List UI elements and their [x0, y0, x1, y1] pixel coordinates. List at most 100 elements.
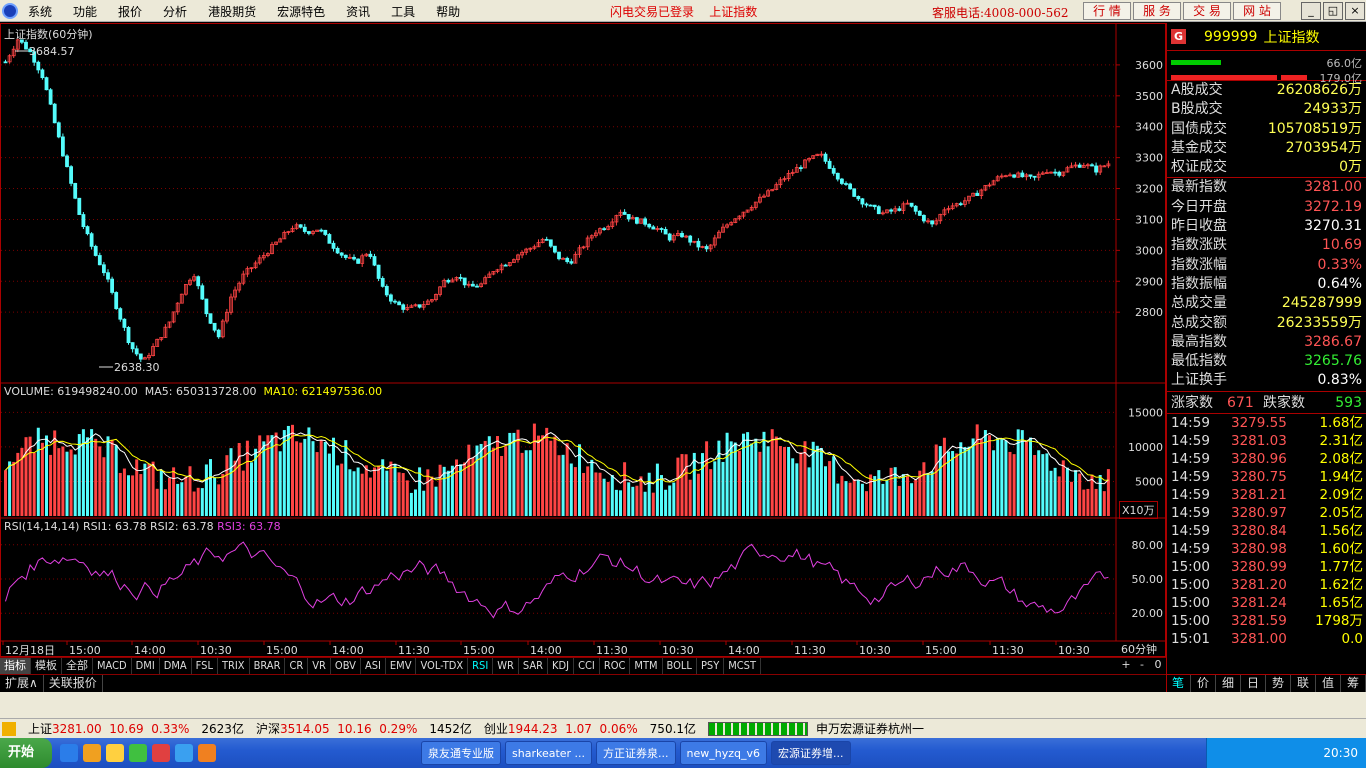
detail-tab-3[interactable]: 日: [1241, 675, 1266, 692]
trade-button[interactable]: 交 易: [1183, 2, 1231, 20]
price-tick-label: 3400: [1135, 121, 1163, 134]
menu-news[interactable]: 资讯: [346, 3, 370, 20]
hs-ticker[interactable]: 沪深3514.05 10.16 0.29%: [256, 720, 417, 737]
indicator-tab-mcst[interactable]: MCST: [724, 658, 762, 674]
taskbar-window-4[interactable]: new_hyzq_v6: [679, 741, 768, 765]
stat-value: 2703954万: [1285, 139, 1362, 156]
volume-bar: [512, 432, 516, 516]
indicator-tab-rsi[interactable]: RSI: [468, 658, 494, 674]
indicator-tab-cci[interactable]: CCI: [574, 658, 600, 674]
volume-bar: [975, 424, 979, 516]
indicator-tab-mtm[interactable]: MTM: [630, 658, 663, 674]
menu-quote[interactable]: 报价: [118, 3, 142, 20]
menu-hongyuan[interactable]: 宏源特色: [277, 3, 325, 20]
restore-button[interactable]: ◱: [1323, 2, 1343, 20]
volume-bar: [385, 470, 389, 516]
chart-panel[interactable]: 3600 3500 3400 3300 3200 3100 3000 2900 2800 1500…: [0, 23, 1167, 658]
rsi-tick-label: 20.00: [1132, 607, 1164, 620]
detail-tab-4[interactable]: 势: [1266, 675, 1291, 692]
taskbar-window-5[interactable]: 宏源证券增...: [771, 741, 851, 765]
indicator-tab-cr[interactable]: CR: [285, 658, 309, 674]
indicator-tab-sar[interactable]: SAR: [519, 658, 549, 674]
market-button[interactable]: 行 情: [1083, 2, 1131, 20]
stat-row: 昨日收盘 3270.31: [1167, 217, 1366, 236]
indicator-tab-[interactable]: 全部: [62, 658, 93, 674]
indicator-tab-[interactable]: 模板: [31, 658, 62, 674]
clock[interactable]: 20:30: [1323, 746, 1358, 760]
indicator-tab-asi[interactable]: ASI: [361, 658, 386, 674]
sh-ticker[interactable]: 上证3281.00 10.69 0.33%: [28, 720, 189, 737]
start-button[interactable]: 开始: [0, 738, 52, 768]
stat-label: A股成交: [1171, 82, 1223, 98]
indicator-tab-vr[interactable]: VR: [308, 658, 331, 674]
explorer-icon[interactable]: [83, 744, 101, 762]
stat-row: 最低指数 3265.76: [1167, 352, 1366, 371]
volume-bar: [139, 474, 143, 516]
close-button[interactable]: ×: [1345, 2, 1365, 20]
indicator-tab-kdj[interactable]: KDJ: [548, 658, 575, 674]
minimize-button[interactable]: _: [1301, 2, 1321, 20]
zoom-out-button[interactable]: -: [1134, 657, 1150, 673]
website-button[interactable]: 网 站: [1233, 2, 1281, 20]
menu-analysis[interactable]: 分析: [163, 3, 187, 20]
candle-body: [138, 353, 143, 360]
indicator-tab-fsl[interactable]: FSL: [192, 658, 218, 674]
indicator-tab-macd[interactable]: MACD: [93, 658, 132, 674]
volume-bar: [688, 479, 692, 516]
price-tick-label: 3000: [1135, 244, 1163, 257]
detail-tab-7[interactable]: 筹: [1341, 675, 1366, 692]
period-label[interactable]: 60分钟: [1121, 641, 1157, 657]
stat-row: 总成交量 245287999: [1167, 294, 1366, 313]
indicator-tab-wr[interactable]: WR: [493, 658, 519, 674]
taskbar-window-2[interactable]: sharkeater ...: [505, 741, 593, 765]
browser-icon[interactable]: [129, 744, 147, 762]
menu-tools[interactable]: 工具: [391, 3, 415, 20]
volume-bar: [323, 441, 327, 516]
menu-function[interactable]: 功能: [73, 3, 97, 20]
detail-tab-0[interactable]: 笔: [1166, 675, 1191, 692]
candle-body: [417, 304, 422, 308]
zoom-reset-button[interactable]: 0: [1150, 657, 1166, 673]
indicator-tab-brar[interactable]: BRAR: [250, 658, 286, 674]
detail-tab-2[interactable]: 细: [1216, 675, 1241, 692]
detail-tab-5[interactable]: 联: [1291, 675, 1316, 692]
stat-label: 最新指数: [1171, 179, 1227, 196]
expand-tab[interactable]: 扩展∧: [0, 675, 44, 692]
volume-bar: [725, 432, 729, 516]
related-quote-tab[interactable]: 关联报价: [44, 675, 103, 692]
cy-ticker[interactable]: 创业1944.23 1.07 0.06%: [484, 720, 638, 737]
indicator-tab-[interactable]: 指标: [0, 658, 31, 674]
app-icon[interactable]: [152, 744, 170, 762]
indicator-tab-roc[interactable]: ROC: [600, 658, 631, 674]
indicator-tab-obv[interactable]: OBV: [331, 658, 361, 674]
media-icon[interactable]: [175, 744, 193, 762]
chrome-icon[interactable]: [198, 744, 216, 762]
taskbar-window-1[interactable]: 泉友通专业版: [421, 741, 501, 765]
detail-tab-1[interactable]: 价: [1191, 675, 1216, 692]
ie-icon[interactable]: [60, 744, 78, 762]
volume-bar: [491, 447, 495, 516]
quote-panel: G 999999 上证指数 66.0亿 179.0亿 A股成交 26208626万…: [1166, 23, 1366, 692]
menu-help[interactable]: 帮助: [436, 3, 460, 20]
volume-bar: [1098, 474, 1102, 516]
indicator-tab-voltdx[interactable]: VOL-TDX: [416, 658, 469, 674]
app-logo-icon[interactable]: [2, 3, 18, 19]
indicator-tab-psy[interactable]: PSY: [697, 658, 725, 674]
volume-bar: [471, 457, 475, 516]
service-phone: 客服电话:4008-000-562: [932, 6, 1069, 20]
volume-bar: [869, 474, 873, 516]
volume-bar: [98, 446, 102, 516]
indicator-tab-emv[interactable]: EMV: [386, 658, 417, 674]
detail-tab-6[interactable]: 值: [1316, 675, 1341, 692]
indicator-tab-boll[interactable]: BOLL: [663, 658, 697, 674]
zoom-in-button[interactable]: +: [1118, 657, 1134, 673]
indicator-tab-dmi[interactable]: DMI: [132, 658, 160, 674]
indicator-tab-trix[interactable]: TRIX: [218, 658, 250, 674]
qq-icon[interactable]: [106, 744, 124, 762]
kline-chart[interactable]: 3600 3500 3400 3300 3200 3100 3000 2900 2800 1500…: [1, 24, 1167, 658]
service-button[interactable]: 服 务: [1133, 2, 1181, 20]
indicator-tab-dma[interactable]: DMA: [160, 658, 192, 674]
taskbar-window-3[interactable]: 方正证券泉...: [596, 741, 676, 765]
menu-hk-futures[interactable]: 港股期货: [208, 3, 256, 20]
menu-system[interactable]: 系统: [28, 3, 52, 20]
